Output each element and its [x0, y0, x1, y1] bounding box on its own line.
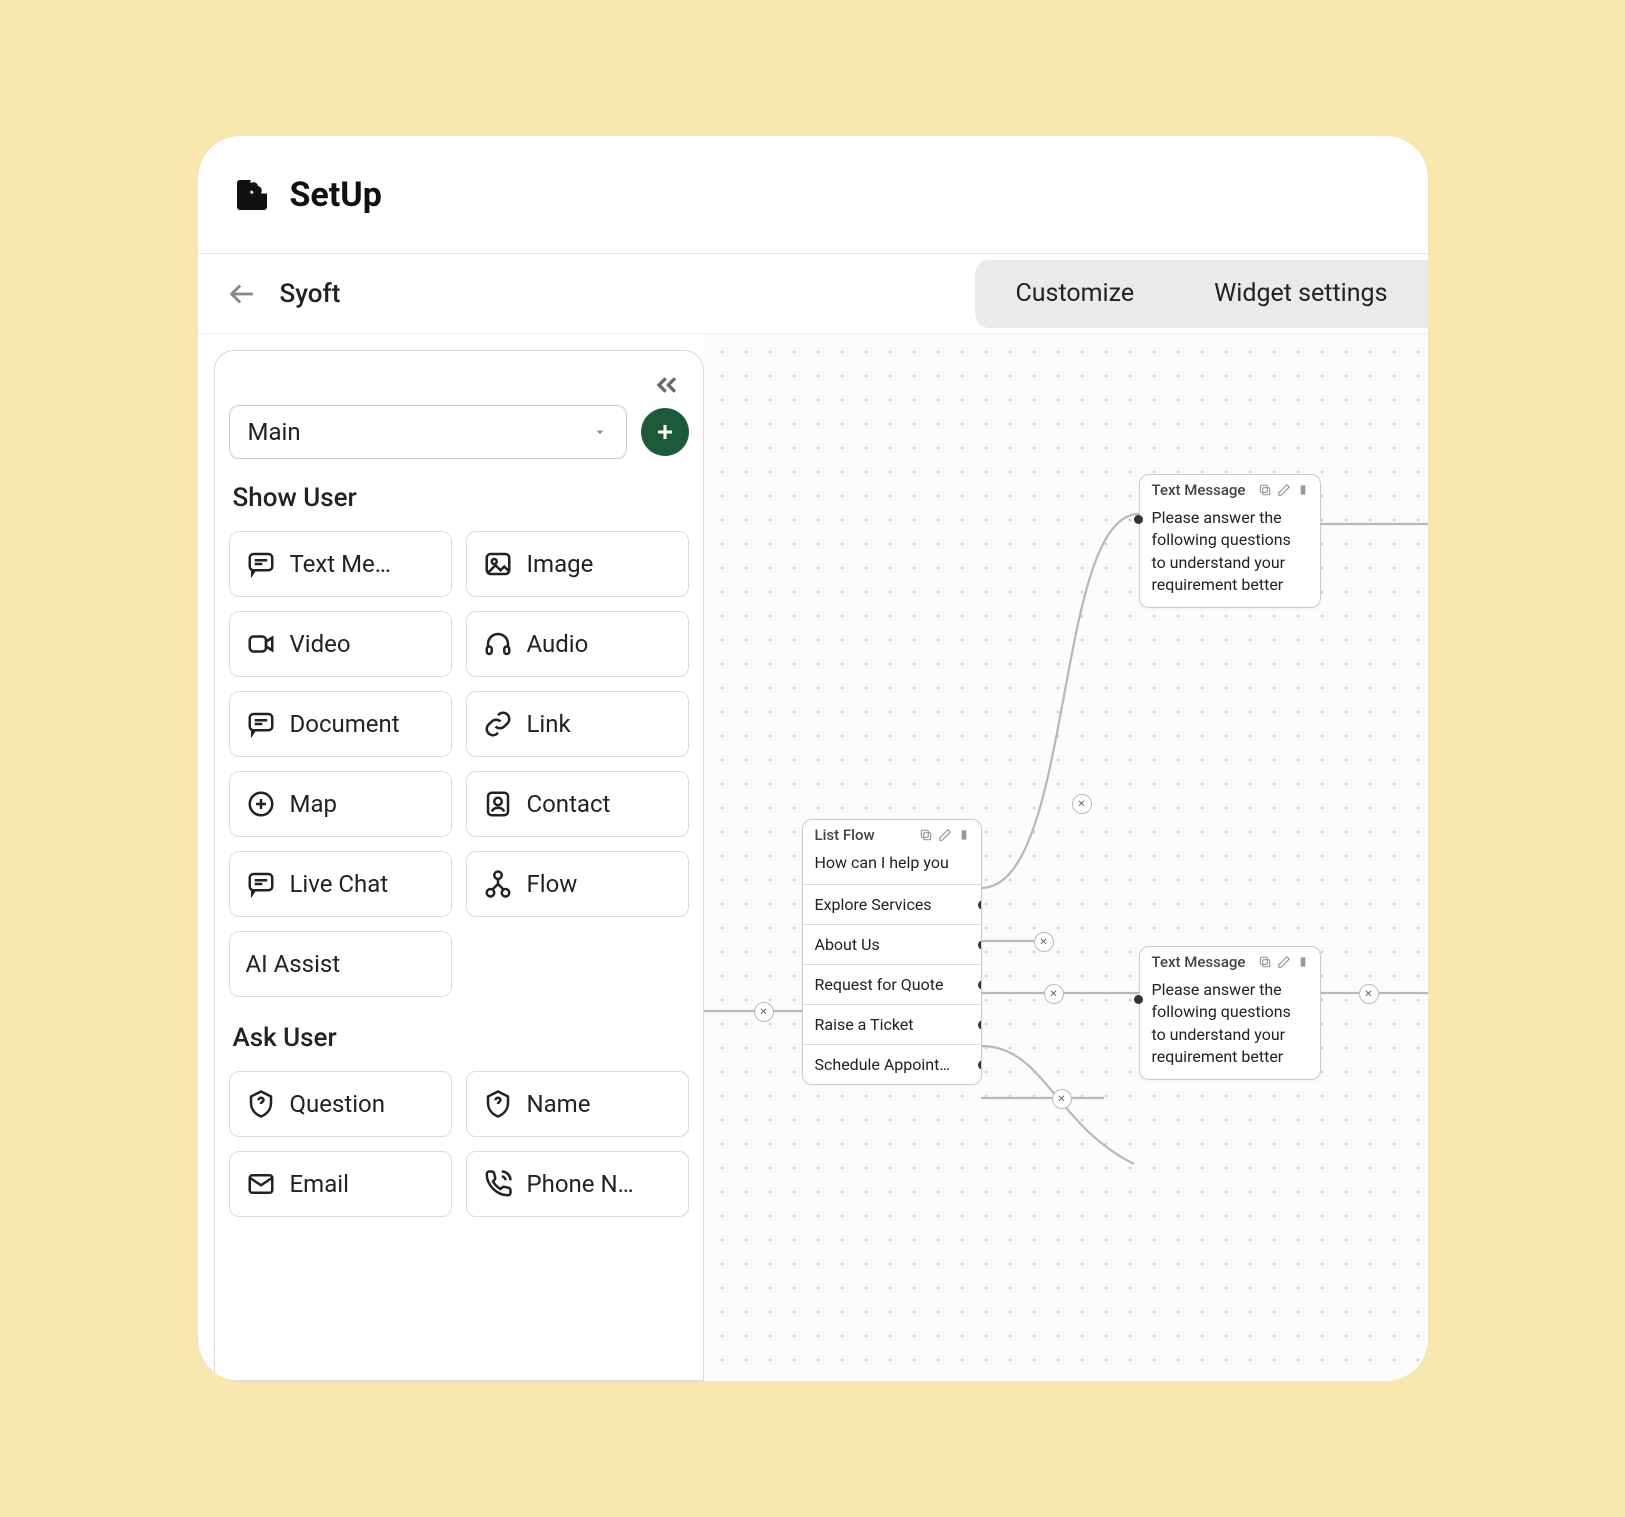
node-title: List Flow: [815, 826, 875, 844]
block-contact[interactable]: Contact: [466, 771, 689, 837]
tab-customize[interactable]: Customize: [975, 260, 1174, 328]
node-prompt: How can I help you: [803, 848, 981, 884]
sidebar-panel: Main Show User Text Me…: [214, 350, 704, 1381]
block-label: Link: [527, 710, 571, 738]
block-link[interactable]: Link: [466, 691, 689, 757]
block-label: Document: [290, 710, 400, 738]
node-body: Please answer the following questions to…: [1140, 503, 1320, 607]
node-body: Please answer the following questions to…: [1140, 975, 1320, 1079]
chevron-down-icon: [592, 424, 608, 440]
flow-canvas[interactable]: Text Message Please answer the following…: [704, 334, 1428, 1381]
block-label: Video: [290, 630, 351, 658]
list-option[interactable]: Request for Quote: [803, 964, 981, 1004]
block-email[interactable]: Email: [229, 1151, 452, 1217]
phone-icon: [483, 1169, 513, 1199]
block-video[interactable]: Video: [229, 611, 452, 677]
edit-icon[interactable]: [1277, 955, 1291, 969]
node-text-message-1[interactable]: Text Message Please answer the following…: [1139, 474, 1321, 608]
puzzle-icon: [234, 177, 270, 213]
back-arrow-icon[interactable]: [226, 277, 260, 311]
flow-icon: [483, 869, 513, 899]
chat-icon: [246, 869, 276, 899]
delete-icon[interactable]: [1296, 955, 1310, 969]
show-user-grid: Text Me… Image Video Audio Document: [229, 531, 689, 997]
block-label: AI Assist: [246, 950, 341, 978]
wire-delete-button[interactable]: [1052, 1089, 1072, 1109]
wire-delete-button[interactable]: [1072, 794, 1092, 814]
section-show-user: Show User: [233, 483, 689, 513]
block-label: Name: [527, 1090, 591, 1118]
node-list-flow[interactable]: List Flow How can I help you Explore Ser…: [802, 819, 982, 1085]
ask-user-grid: Question Name Email Phone N…: [229, 1071, 689, 1217]
question-shield-icon: [246, 1089, 276, 1119]
block-audio[interactable]: Audio: [466, 611, 689, 677]
list-option[interactable]: Raise a Ticket: [803, 1004, 981, 1044]
plus-icon: [653, 420, 677, 444]
content-area: Main Show User Text Me…: [198, 334, 1428, 1381]
collapse-icon[interactable]: [649, 369, 685, 401]
block-phone[interactable]: Phone N…: [466, 1151, 689, 1217]
flow-selector[interactable]: Main: [229, 405, 627, 459]
add-flow-button[interactable]: [641, 408, 689, 456]
copy-icon[interactable]: [1258, 955, 1272, 969]
list-option[interactable]: Schedule Appoint…: [803, 1044, 981, 1084]
block-label: Text Me…: [290, 550, 391, 578]
video-icon: [246, 629, 276, 659]
app-header: SetUp: [198, 136, 1428, 254]
message-icon: [246, 549, 276, 579]
delete-icon[interactable]: [1296, 483, 1310, 497]
block-document[interactable]: Document: [229, 691, 452, 757]
node-title: Text Message: [1152, 481, 1246, 499]
node-text-message-2[interactable]: Text Message Please answer the following…: [1139, 946, 1321, 1080]
block-label: Email: [290, 1170, 349, 1198]
edit-icon[interactable]: [938, 828, 952, 842]
block-label: Image: [527, 550, 594, 578]
contact-icon: [483, 789, 513, 819]
document-icon: [246, 709, 276, 739]
edit-icon[interactable]: [1277, 483, 1291, 497]
block-image[interactable]: Image: [466, 531, 689, 597]
app-frame: SetUp Syoft Customize Widget settings Ma…: [198, 136, 1428, 1381]
node-title: Text Message: [1152, 953, 1246, 971]
wire-delete-button[interactable]: [1044, 984, 1064, 1004]
headphones-icon: [483, 629, 513, 659]
block-label: Contact: [527, 790, 611, 818]
block-label: Phone N…: [527, 1170, 634, 1198]
block-ai-assist[interactable]: AI Assist: [229, 931, 452, 997]
list-option[interactable]: About Us: [803, 924, 981, 964]
block-text-message[interactable]: Text Me…: [229, 531, 452, 597]
block-livechat[interactable]: Live Chat: [229, 851, 452, 917]
image-icon: [483, 549, 513, 579]
email-icon: [246, 1169, 276, 1199]
delete-icon[interactable]: [957, 828, 971, 842]
breadcrumb: Syoft: [280, 279, 341, 309]
wire-delete-button[interactable]: [754, 1002, 774, 1022]
copy-icon[interactable]: [1258, 483, 1272, 497]
block-label: Audio: [527, 630, 589, 658]
block-label: Map: [290, 790, 337, 818]
map-pin-icon: [246, 789, 276, 819]
subheader: Syoft Customize Widget settings: [198, 254, 1428, 334]
copy-icon[interactable]: [919, 828, 933, 842]
block-flow[interactable]: Flow: [466, 851, 689, 917]
link-icon: [483, 709, 513, 739]
flow-selector-value: Main: [248, 418, 301, 446]
section-ask-user: Ask User: [233, 1023, 689, 1053]
block-question[interactable]: Question: [229, 1071, 452, 1137]
tab-bar: Customize Widget settings: [975, 260, 1427, 328]
block-label: Live Chat: [290, 870, 389, 898]
wire-delete-button[interactable]: [1034, 932, 1054, 952]
wire-delete-button[interactable]: [1359, 984, 1379, 1004]
block-name[interactable]: Name: [466, 1071, 689, 1137]
block-label: Question: [290, 1090, 385, 1118]
block-label: Flow: [527, 870, 578, 898]
page-title: SetUp: [290, 175, 382, 215]
list-option[interactable]: Explore Services: [803, 884, 981, 924]
tab-widget-settings[interactable]: Widget settings: [1174, 260, 1427, 328]
block-map[interactable]: Map: [229, 771, 452, 837]
name-shield-icon: [483, 1089, 513, 1119]
